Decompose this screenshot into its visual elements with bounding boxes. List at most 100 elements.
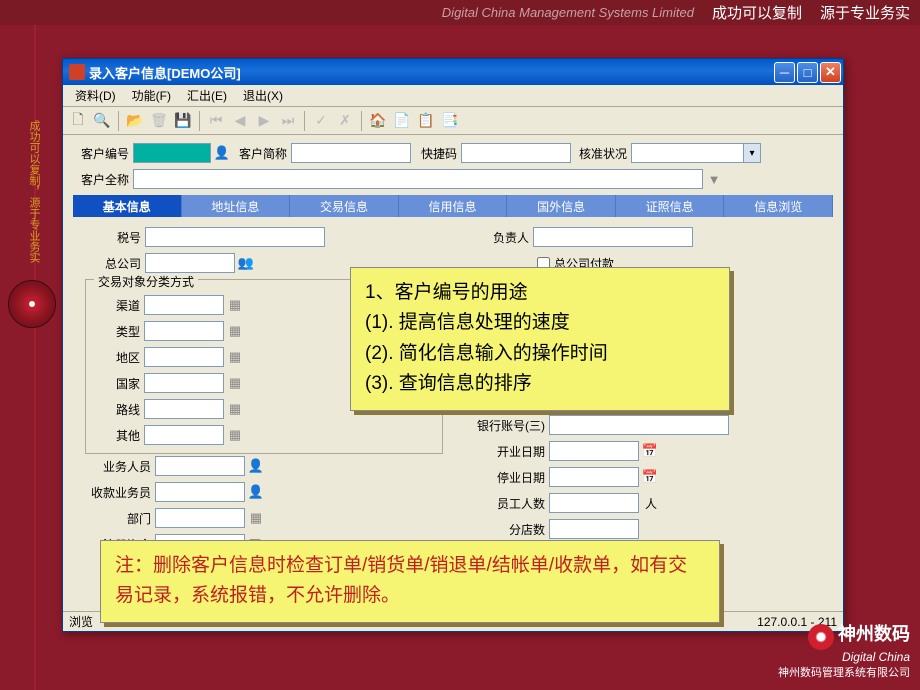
shortcut-input[interactable] [461,143,571,163]
preview-icon[interactable]: 🔍 [91,110,113,132]
doc2-icon[interactable]: 📋 [415,110,437,132]
menu-export[interactable]: 汇出(E) [179,85,235,106]
minimize-button[interactable]: ─ [774,62,795,83]
type-input[interactable] [144,321,224,341]
lookup-icon[interactable]: 👤 [247,483,265,501]
maximize-button[interactable]: □ [797,62,818,83]
open-icon[interactable]: 📂 [124,110,146,132]
receivable-person-input[interactable] [155,482,245,502]
responsible-input[interactable] [533,227,693,247]
country-label: 国家 [94,375,144,392]
channel-input[interactable] [144,295,224,315]
region-input[interactable] [144,347,224,367]
tab-foreign[interactable]: 国外信息 [507,195,616,217]
cust-short-input[interactable] [291,143,411,163]
other-input[interactable] [144,425,224,445]
employee-count-input[interactable] [549,493,639,513]
logo-sub: 神州数码管理系统有限公司 [778,664,910,680]
close-date-input[interactable] [549,467,639,487]
decorative-vertical-text: 成功可以复制，源于专业务实 [24,120,42,263]
lookup-icon[interactable]: ▦ [247,509,265,527]
close-button[interactable]: ✕ [820,62,841,83]
tab-license[interactable]: 证照信息 [616,195,725,217]
ann1-line2: (1). 提高信息处理的速度 [365,308,715,338]
slogan-1: 成功可以复制 [712,2,802,23]
status-left: 浏览 [69,613,93,630]
department-input[interactable] [155,508,245,528]
separator [118,111,119,131]
menu-data[interactable]: 资料(D) [67,85,124,106]
titlebar[interactable]: 录入客户信息[DEMO公司] ─ □ ✕ [63,59,843,85]
tax-no-input[interactable] [145,227,325,247]
ann1-line4: (3). 查询信息的排序 [365,369,715,399]
check-icon[interactable]: ✓ [310,110,332,132]
branch-count-input[interactable] [549,519,639,539]
lookup-icon[interactable]: ▦ [226,374,244,392]
tab-transaction[interactable]: 交易信息 [290,195,399,217]
calendar-icon[interactable]: 📅 [641,468,659,486]
annotation-tooltip-2: 注：删除客户信息时检查订单/销货单/销退单/结帐单/收款单，如有交易记录，系统报… [100,540,720,623]
lookup-icon[interactable]: ▦ [226,348,244,366]
classification-title: 交易对象分类方式 [94,273,198,290]
bank3-input[interactable] [549,415,729,435]
receivable-person-label: 收款业务员 [85,484,155,501]
channel-label: 渠道 [94,297,144,314]
approve-combo[interactable] [631,143,761,163]
approve-label: 核准状况 [571,145,631,162]
doc1-icon[interactable]: 📄 [391,110,413,132]
dc-logo-icon [808,624,834,650]
save-icon[interactable]: 💾 [172,110,194,132]
shortcut-label: 快捷码 [411,145,461,162]
route-label: 路线 [94,401,144,418]
close-date-label: 停业日期 [463,469,549,486]
country-input[interactable] [144,373,224,393]
route-input[interactable] [144,399,224,419]
branch-count-label: 分店数 [463,521,549,538]
lookup-icon[interactable]: 👤 [213,144,231,162]
tab-browse[interactable]: 信息浏览 [724,195,833,217]
open-date-input[interactable] [549,441,639,461]
cross-icon[interactable]: ✗ [334,110,356,132]
separator [304,111,305,131]
menubar: 资料(D) 功能(F) 汇出(E) 退出(X) [63,85,843,107]
delete-icon[interactable]: 🗑 [148,110,170,132]
next-icon[interactable]: ▶ [253,110,275,132]
doc3-icon[interactable]: 📑 [439,110,461,132]
tab-credit[interactable]: 信用信息 [399,195,508,217]
company-name-en: Digital China Management Systems Limited [442,5,694,20]
nav-down-icon[interactable]: ▼ [705,170,723,188]
parent-company-label: 总公司 [85,255,145,272]
lookup-icon[interactable]: ▦ [226,322,244,340]
calendar-icon[interactable]: 📅 [641,442,659,460]
tabs: 基本信息 地址信息 交易信息 信用信息 国外信息 证照信息 信息浏览 [73,195,833,217]
employee-count-label: 员工人数 [463,495,549,512]
logo-cn: 神州数码 [838,624,910,644]
new-file-icon[interactable]: 🗋 [67,110,89,132]
last-icon[interactable]: ⏭ [277,110,299,132]
cust-full-input[interactable] [133,169,703,189]
cust-no-input[interactable] [133,143,211,163]
sales-person-input[interactable] [155,456,245,476]
ann1-line1: 1、客户编号的用途 [365,278,715,308]
menu-function[interactable]: 功能(F) [124,85,179,106]
lookup-icon[interactable]: 👥 [237,254,255,272]
region-label: 地区 [94,349,144,366]
tax-no-label: 税号 [85,229,145,246]
open-date-label: 开业日期 [463,443,549,460]
lookup-icon[interactable]: ▦ [226,426,244,444]
tab-address[interactable]: 地址信息 [182,195,291,217]
prev-icon[interactable]: ◀ [229,110,251,132]
parent-company-input[interactable] [145,253,235,273]
first-icon[interactable]: ⏮ [205,110,227,132]
lookup-icon[interactable]: 👤 [247,457,265,475]
lookup-icon[interactable]: ▦ [226,296,244,314]
home-icon[interactable]: 🏠 [367,110,389,132]
lookup-icon[interactable]: ▦ [226,400,244,418]
person-unit: 人 [639,495,669,512]
menu-exit[interactable]: 退出(X) [235,85,291,106]
sales-person-label: 业务人员 [85,458,155,475]
cd-disc-decoration [8,280,56,328]
cust-no-label: 客户编号 [73,145,133,162]
tab-basic[interactable]: 基本信息 [73,195,182,217]
responsible-label: 负责人 [463,229,533,246]
